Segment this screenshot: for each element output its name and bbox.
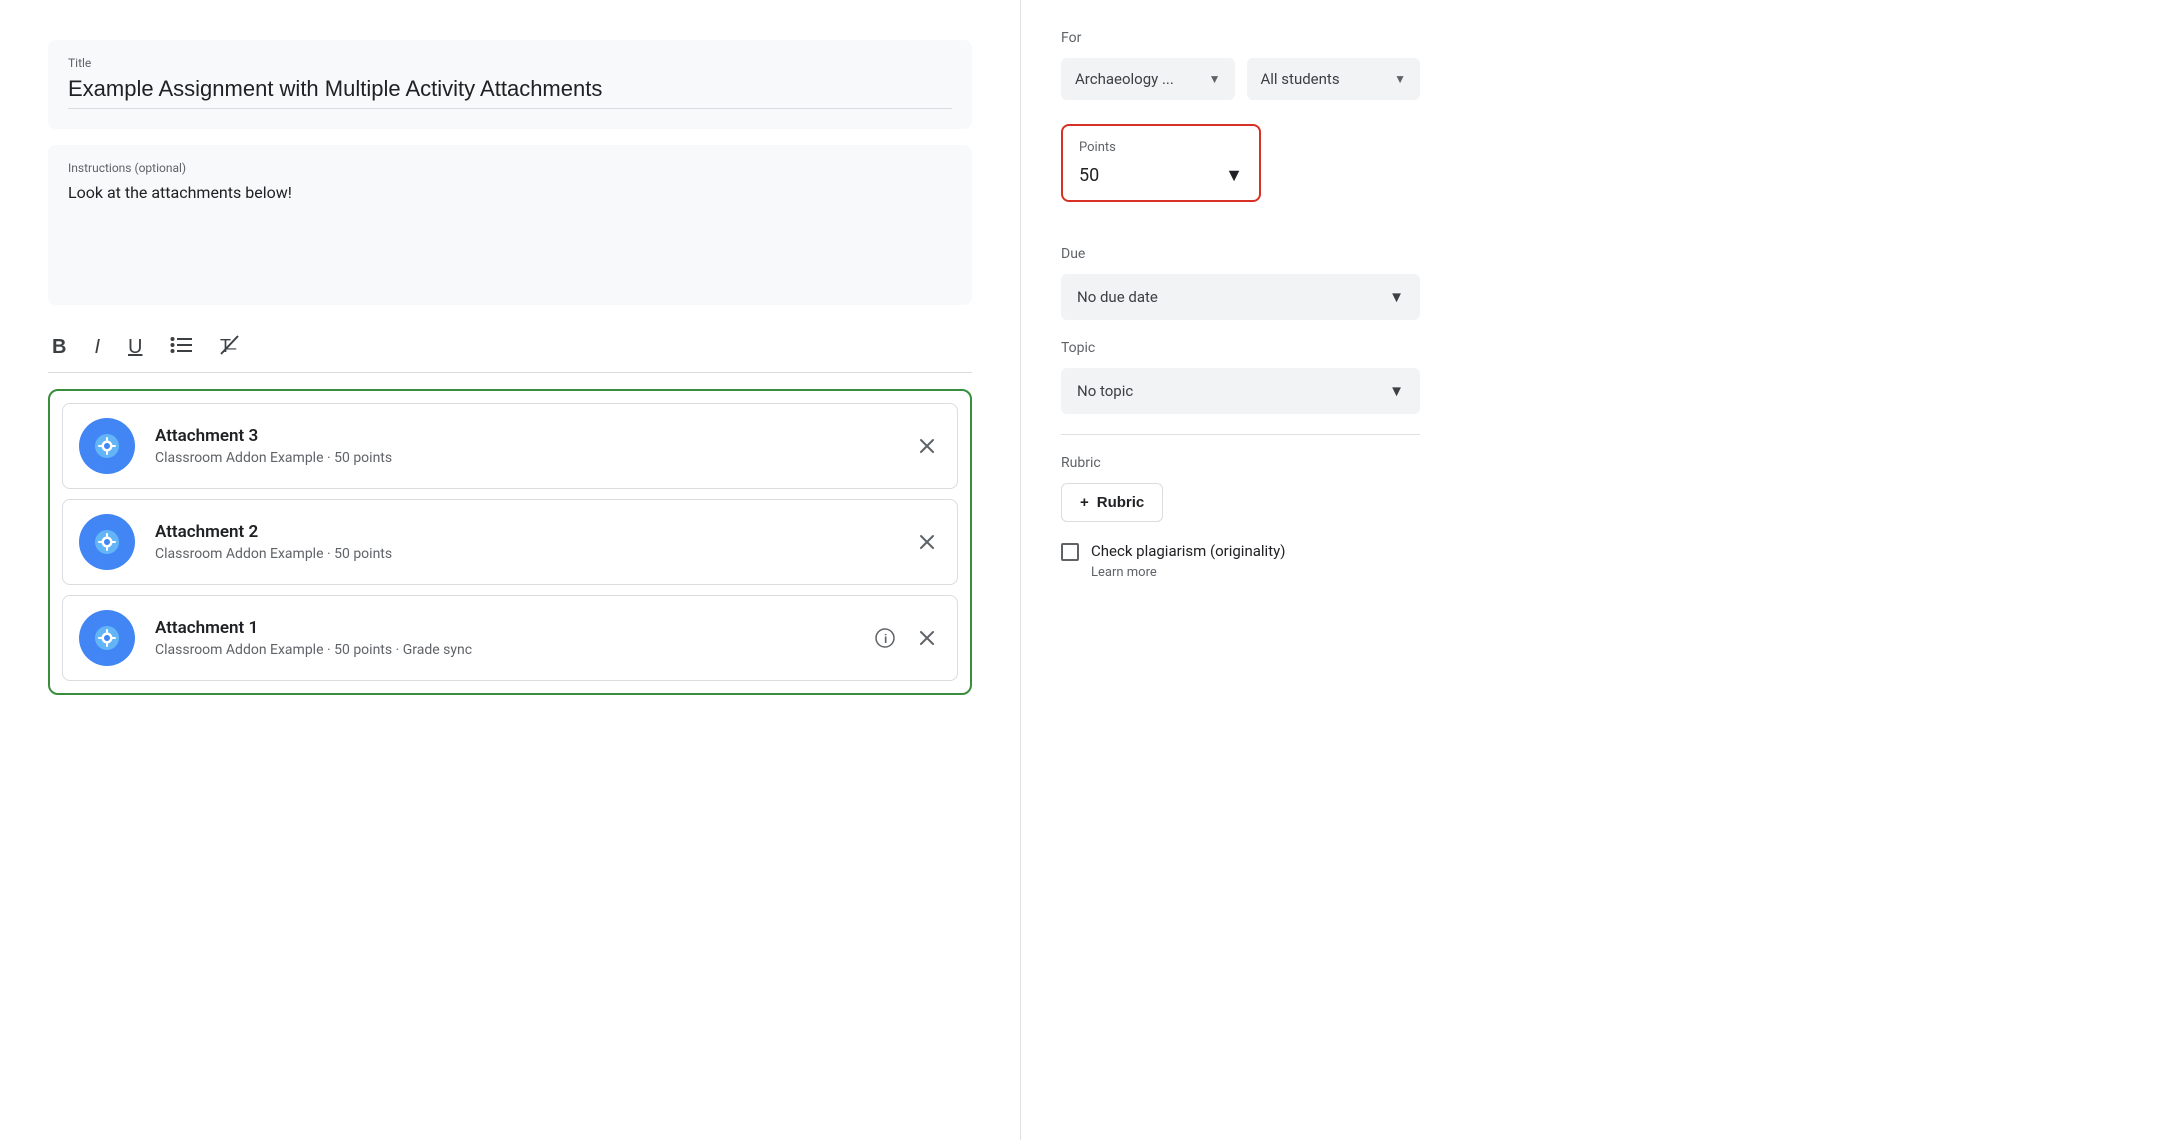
due-dropdown[interactable]: No due date ▼ [1061,274,1420,320]
divider [1061,434,1420,435]
topic-dropdown-arrow: ▼ [1389,382,1404,400]
title-section: Title [48,40,972,129]
plagiarism-label: Check plagiarism (originality) [1091,542,1285,560]
class-dropdown-text: Archaeology ... [1075,70,1201,88]
due-label: Due [1061,246,1420,262]
attachment-icon-2 [79,514,135,570]
points-value-row: 50 ▼ [1079,165,1243,186]
points-dropdown-arrow[interactable]: ▼ [1225,165,1243,186]
rubric-section: Rubric + Rubric [1061,455,1420,522]
attachment-card-1: Attachment 1 Classroom Addon Example · 5… [62,595,958,681]
plagiarism-check-row: Check plagiarism (originality) [1061,542,1420,561]
attachment-meta-3: Classroom Addon Example · 50 points [155,450,901,466]
title-input[interactable] [68,76,952,109]
class-dropdown-arrow: ▼ [1209,72,1221,86]
attachment-info-2: Attachment 2 Classroom Addon Example · 5… [155,522,901,562]
attachment-card-3: Attachment 3 Classroom Addon Example · 5… [62,403,958,489]
attachment-name-1: Attachment 1 [155,618,859,638]
italic-button[interactable]: I [90,333,104,361]
class-dropdown[interactable]: Archaeology ... ▼ [1061,58,1235,100]
left-panel: Title Instructions (optional) Look at th… [0,0,1020,1140]
attachment-card-2: Attachment 2 Classroom Addon Example · 5… [62,499,958,585]
attachment-name-2: Attachment 2 [155,522,901,542]
learn-more-link[interactable]: Learn more [1091,565,1420,580]
students-dropdown-text: All students [1261,70,1387,88]
attachment-actions-2 [913,528,941,556]
remove-attachment-2-button[interactable] [913,528,941,556]
plagiarism-checkbox[interactable] [1061,543,1079,561]
list-button[interactable] [166,332,196,361]
attachment-name-3: Attachment 3 [155,426,901,446]
due-dropdown-text: No due date [1077,288,1158,306]
students-dropdown-arrow: ▼ [1394,72,1406,86]
info-attachment-1-button[interactable]: i [871,624,899,652]
for-label: For [1061,30,1420,46]
svg-text:i: i [884,632,887,646]
students-dropdown[interactable]: All students ▼ [1247,58,1421,100]
attachment-meta-1: Classroom Addon Example · 50 points · Gr… [155,642,859,658]
points-value: 50 [1079,165,1099,186]
instructions-label: Instructions (optional) [68,161,952,175]
plagiarism-section: Check plagiarism (originality) Learn mor… [1061,542,1420,580]
points-section: Points 50 ▼ [1061,124,1420,226]
attachment-info-1: Attachment 1 Classroom Addon Example · 5… [155,618,859,658]
rubric-label: Rubric [1061,455,1420,471]
due-dropdown-arrow: ▼ [1389,288,1404,306]
attachment-icon-3 [79,418,135,474]
attachments-container: Attachment 3 Classroom Addon Example · 5… [48,389,972,695]
points-label: Points [1079,140,1243,155]
topic-section: Topic No topic ▼ [1061,340,1420,414]
for-section: For Archaeology ... ▼ All students ▼ [1061,30,1420,100]
due-section: Due No due date ▼ [1061,246,1420,320]
attachment-actions-3 [913,432,941,460]
topic-dropdown-text: No topic [1077,382,1133,400]
bold-button[interactable]: B [48,333,70,361]
plus-icon: + [1080,494,1089,511]
for-dropdowns: Archaeology ... ▼ All students ▼ [1061,58,1420,100]
attachment-meta-2: Classroom Addon Example · 50 points [155,546,901,562]
remove-attachment-3-button[interactable] [913,432,941,460]
attachment-info-3: Attachment 3 Classroom Addon Example · 5… [155,426,901,466]
formatting-toolbar: B I U T̶ [48,321,972,373]
points-box: Points 50 ▼ [1061,124,1261,202]
title-label: Title [68,56,952,70]
rubric-btn-text: Rubric [1097,494,1145,511]
clear-format-button[interactable]: T̶ [216,331,246,362]
topic-dropdown[interactable]: No topic ▼ [1061,368,1420,414]
attachment-icon-1 [79,610,135,666]
instructions-text[interactable]: Look at the attachments below! [68,183,952,202]
topic-label: Topic [1061,340,1420,356]
rubric-button[interactable]: + Rubric [1061,483,1163,522]
attachment-actions-1: i [871,624,941,652]
underline-button[interactable]: U [124,333,146,361]
remove-attachment-1-button[interactable] [913,624,941,652]
instructions-section: Instructions (optional) Look at the atta… [48,145,972,305]
right-panel: For Archaeology ... ▼ All students ▼ Poi… [1020,0,1460,1140]
